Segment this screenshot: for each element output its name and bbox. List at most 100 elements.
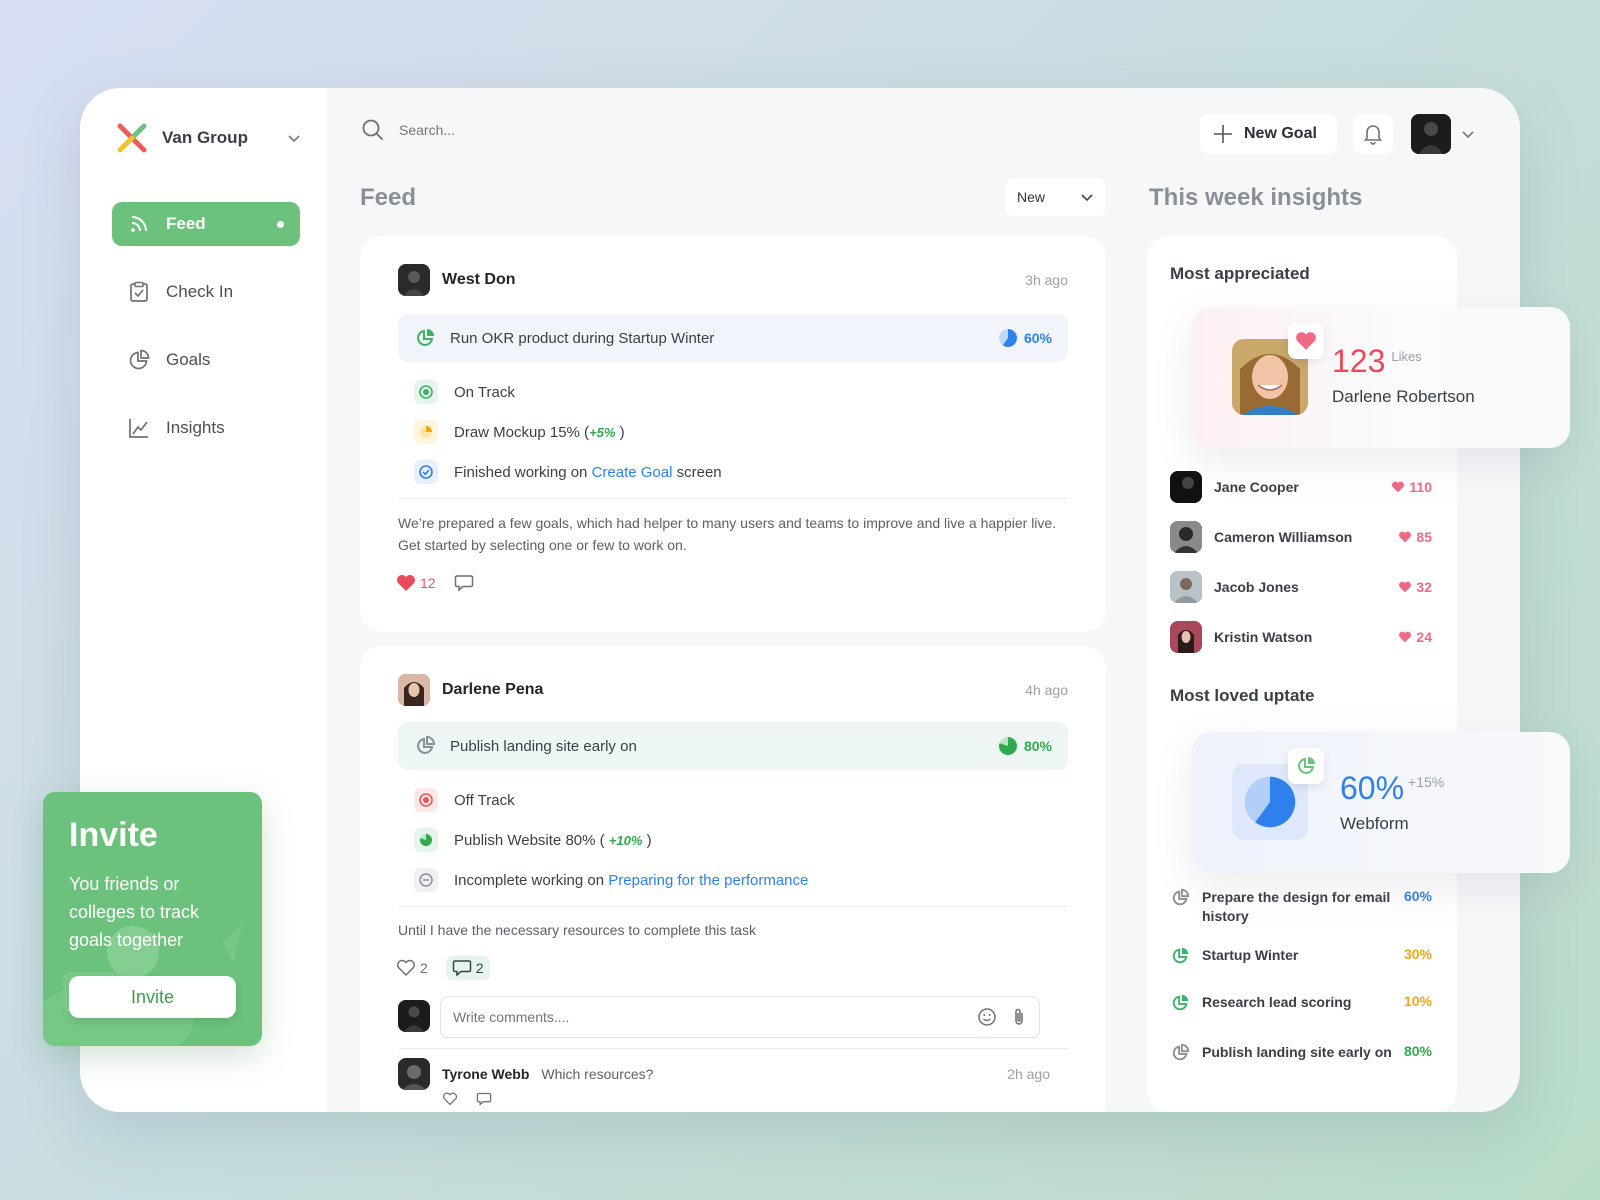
sidebar-item-goals[interactable]: Goals: [112, 338, 300, 382]
like-button[interactable]: 12: [396, 574, 436, 592]
like-value: 85: [1416, 529, 1432, 545]
sort-value: New: [1017, 189, 1046, 205]
update-text: Draw Mockup 15% (+5% ): [454, 423, 625, 441]
most-appreciated-title: Most appreciated: [1170, 264, 1310, 283]
goal-row[interactable]: Run OKR product during Startup Winter 60…: [398, 314, 1068, 362]
update-text: Incomplete working on Preparing for the …: [454, 872, 808, 889]
update-link[interactable]: Create Goal: [592, 464, 673, 481]
heart-icon: [1399, 531, 1412, 543]
rss-icon: [128, 213, 150, 235]
user-avatar: [1411, 114, 1451, 154]
list-item[interactable]: Prepare the design for email history 60%: [1170, 888, 1432, 946]
list-item[interactable]: Kristin Watson 24: [1170, 612, 1432, 662]
post-author[interactable]: Darlene Pena: [442, 681, 1013, 699]
comment-icon: [452, 959, 472, 977]
workspace-switcher[interactable]: Van Group: [116, 122, 301, 154]
divider: [398, 1048, 1068, 1049]
like-value: 24: [1416, 629, 1432, 645]
list-item[interactable]: Research lead scoring 10%: [1170, 993, 1432, 1043]
emoji-icon[interactable]: [977, 1007, 997, 1027]
loved-list: Prepare the design for email history 60%…: [1170, 888, 1432, 1083]
on-track-icon: [414, 380, 438, 404]
post-reactions: 12: [396, 574, 474, 592]
avatar[interactable]: [398, 1058, 430, 1090]
sort-select[interactable]: New: [1005, 178, 1106, 216]
sidebar-item-insights[interactable]: Insights: [112, 406, 300, 450]
new-goal-label: New Goal: [1244, 125, 1317, 142]
update-suffix: screen: [676, 463, 722, 481]
update-text: Off Track: [454, 791, 515, 809]
comment-icon[interactable]: [476, 1092, 492, 1106]
new-goal-button[interactable]: New Goal: [1200, 114, 1337, 154]
top-loved-card[interactable]: 60% +15% Webform: [1192, 732, 1570, 873]
comment-icon: [454, 574, 474, 592]
attachment-icon[interactable]: [1011, 1007, 1027, 1027]
loved-summary: 60% +15%: [1340, 770, 1444, 807]
goal-progress: 80%: [998, 736, 1052, 756]
insights-title: This week insights: [1149, 184, 1363, 211]
heart-icon: [1288, 323, 1324, 359]
reply-time: 2h ago: [1007, 1066, 1050, 1082]
pie-chart-icon: [1288, 748, 1324, 784]
search-bar: [361, 118, 699, 142]
goal-progress-icon: [414, 735, 436, 757]
list-item[interactable]: Publish landing site early on 80%: [1170, 1043, 1432, 1083]
list-item[interactable]: Jacob Jones 32: [1170, 562, 1432, 612]
list-item[interactable]: Cameron Williamson 85: [1170, 512, 1432, 562]
comment-input[interactable]: [453, 1009, 963, 1025]
progress-pie: [998, 329, 1017, 347]
goal-row[interactable]: Publish landing site early on 80%: [398, 722, 1068, 770]
feed-post: West Don 3h ago Run OKR product during S…: [360, 236, 1106, 632]
heart-filled-icon: [396, 574, 416, 592]
search-input[interactable]: [399, 122, 699, 138]
list-item[interactable]: Jane Cooper 110: [1170, 462, 1432, 512]
goal-name: Startup Winter: [1202, 947, 1299, 963]
goal-percent: 30%: [1403, 946, 1432, 962]
sidebar-item-check-in[interactable]: Check In: [112, 270, 300, 314]
update-text: Finished working on Create Goal screen: [454, 464, 722, 481]
top-appreciated-card[interactable]: 123 Likes Darlene Robertson: [1192, 307, 1570, 448]
comment-button[interactable]: 2: [445, 956, 490, 980]
post-time: 3h ago: [1025, 272, 1068, 288]
post-author[interactable]: West Don: [442, 271, 1013, 289]
list-item[interactable]: Startup Winter 30%: [1170, 946, 1432, 993]
invite-card: Invite You friends or colleges to track …: [43, 792, 262, 1046]
heart-outline-icon: [396, 959, 416, 977]
comment-count: 2: [475, 960, 484, 976]
post-header: Darlene Pena 4h ago: [398, 674, 1068, 706]
post-header: West Don 3h ago: [398, 264, 1068, 296]
loved-percent: 60%: [1340, 770, 1405, 806]
divider: [398, 498, 1068, 499]
goal-name: Research lead scoring: [1202, 994, 1352, 1010]
avatar: [1170, 471, 1202, 503]
loved-progress-pie: [1244, 776, 1296, 828]
notifications-button[interactable]: [1353, 114, 1393, 154]
like-count: 24: [1398, 629, 1432, 645]
pie-chart-icon: [1172, 994, 1189, 1011]
update-item: Incomplete working on Preparing for the …: [414, 860, 1068, 900]
comment-button[interactable]: [454, 574, 474, 592]
likes-count: 123: [1332, 343, 1386, 379]
goal-percent: 60%: [1403, 888, 1432, 904]
post-body: Until I have the necessary resources to …: [398, 922, 756, 938]
heart-icon: [1392, 481, 1405, 493]
appreciated-list: Jane Cooper 110 Cameron Williamson 85 Ja…: [1170, 462, 1432, 662]
user-menu[interactable]: [1411, 114, 1475, 154]
sidebar-item-label: Feed: [166, 214, 206, 233]
like-button[interactable]: 2: [396, 959, 428, 977]
sidebar-item-label: Check In: [166, 282, 234, 301]
update-prefix: Finished working on: [454, 463, 588, 481]
heart-outline-icon[interactable]: [442, 1092, 458, 1106]
user-name: Cameron Williamson: [1214, 529, 1353, 545]
update-prefix: Incomplete working on: [454, 871, 605, 889]
post-time: 4h ago: [1025, 682, 1068, 698]
avatar[interactable]: [398, 264, 430, 296]
invite-button[interactable]: Invite: [69, 976, 236, 1018]
sidebar-item-feed[interactable]: Feed: [112, 202, 300, 246]
divider: [398, 906, 1068, 907]
update-label: Publish Website 80% (: [454, 831, 605, 849]
reply-author[interactable]: Tyrone Webb: [442, 1066, 529, 1082]
update-list: Off Track Publish Website 80% ( +10% ) I…: [414, 780, 1068, 900]
avatar[interactable]: [398, 674, 430, 706]
update-link[interactable]: Preparing for the performance: [608, 872, 808, 889]
